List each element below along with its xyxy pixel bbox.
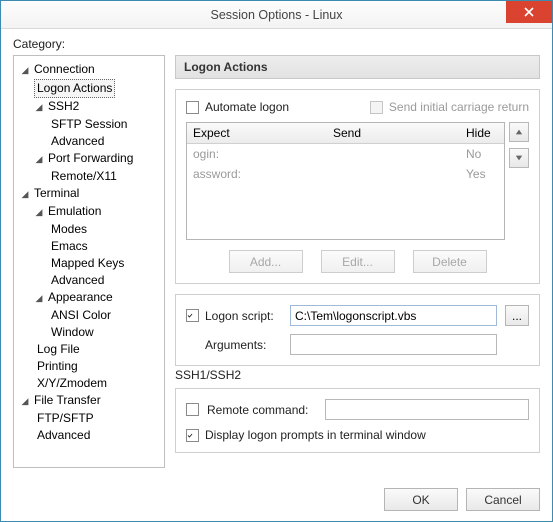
triangle-down-icon — [515, 154, 523, 162]
columns: ◢Connection Logon Actions ◢SSH2 SFTP Ses… — [13, 55, 540, 468]
twisty-icon[interactable]: ◢ — [34, 99, 44, 116]
tree-xyzmodem[interactable]: X/Y/Zmodem — [34, 375, 110, 392]
tree-sftp-session[interactable]: SFTP Session — [48, 116, 130, 133]
twisty-icon[interactable]: ◢ — [34, 290, 44, 307]
ssh-group: Remote command: Display logon prompts in… — [175, 388, 540, 453]
tree-ft-advanced[interactable]: Advanced — [34, 427, 93, 444]
session-options-window: Session Options - Linux Category: ◢Conne… — [0, 0, 553, 522]
ok-button[interactable]: OK — [384, 488, 458, 511]
tree-emu-advanced[interactable]: Advanced — [48, 272, 107, 289]
settings-panel: Logon Actions Automate logon Send initia… — [175, 55, 540, 468]
ssh-group-label: SSH1/SSH2 — [175, 368, 540, 382]
titlebar: Session Options - Linux — [1, 1, 552, 29]
tree-ssh2[interactable]: SSH2 — [45, 98, 82, 115]
col-hide[interactable]: Hide — [460, 123, 504, 143]
browse-button[interactable]: ... — [505, 305, 529, 326]
triangle-up-icon — [515, 128, 523, 136]
category-tree[interactable]: ◢Connection Logon Actions ◢SSH2 SFTP Ses… — [13, 55, 165, 468]
tree-ftp-sftp[interactable]: FTP/SFTP — [34, 410, 97, 427]
tree-ansi-color[interactable]: ANSI Color — [48, 307, 114, 324]
automate-logon-checkbox[interactable] — [186, 101, 199, 114]
twisty-icon[interactable]: ◢ — [20, 62, 30, 79]
display-prompts-label: Display logon prompts in terminal window — [205, 428, 426, 442]
automate-logon-group: Automate logon Send initial carriage ret… — [175, 89, 540, 284]
list-rows: ogin: No assword: Yes — [187, 144, 504, 239]
move-down-button[interactable] — [509, 148, 529, 168]
tree-emacs[interactable]: Emacs — [48, 238, 91, 255]
edit-button: Edit... — [321, 250, 395, 273]
move-up-button[interactable] — [509, 122, 529, 142]
tree-log-file[interactable]: Log File — [34, 341, 83, 358]
remote-command-input[interactable] — [325, 399, 529, 420]
list-row[interactable]: ogin: No — [187, 144, 504, 164]
twisty-icon[interactable]: ◢ — [20, 393, 30, 410]
check-icon — [187, 310, 193, 321]
display-prompts-checkbox[interactable] — [186, 429, 199, 442]
dialog-footer: OK Cancel — [1, 478, 552, 521]
add-button: Add... — [229, 250, 303, 273]
arguments-label: Arguments: — [205, 338, 266, 352]
tree-remote-x11[interactable]: Remote/X11 — [48, 168, 120, 185]
list-row[interactable]: assword: Yes — [187, 164, 504, 184]
tree-window[interactable]: Window — [48, 324, 97, 341]
logon-script-label: Logon script: — [205, 309, 274, 323]
send-initial-label: Send initial carriage return — [389, 100, 529, 114]
tree-ssh2-advanced[interactable]: Advanced — [48, 133, 107, 150]
window-title: Session Options - Linux — [1, 8, 552, 22]
tree-terminal[interactable]: Terminal — [31, 185, 82, 202]
tree-appearance[interactable]: Appearance — [45, 289, 116, 306]
send-initial-checkbox — [370, 101, 383, 114]
logon-script-group: Logon script: ... Arguments: — [175, 294, 540, 366]
remote-command-checkbox[interactable] — [186, 403, 199, 416]
list-header: Expect Send Hide — [187, 123, 504, 144]
close-button[interactable] — [506, 1, 552, 23]
expect-send-list[interactable]: Expect Send Hide ogin: No — [186, 122, 505, 240]
logon-script-checkbox[interactable] — [186, 309, 199, 322]
remote-command-label: Remote command: — [207, 403, 317, 417]
tree-emulation[interactable]: Emulation — [45, 203, 104, 220]
tree-connection[interactable]: Connection — [31, 61, 98, 78]
tree-mapped-keys[interactable]: Mapped Keys — [48, 255, 127, 272]
category-label: Category: — [13, 37, 540, 51]
twisty-icon[interactable]: ◢ — [34, 151, 44, 168]
automate-logon-label: Automate logon — [205, 100, 289, 114]
tree-port-forwarding[interactable]: Port Forwarding — [45, 150, 136, 167]
tree-printing[interactable]: Printing — [34, 358, 81, 375]
dialog-body: Category: ◢Connection Logon Actions ◢SSH… — [1, 29, 552, 478]
col-send[interactable]: Send — [327, 123, 460, 143]
logon-script-input[interactable] — [290, 305, 497, 326]
tree-modes[interactable]: Modes — [48, 221, 90, 238]
delete-button: Delete — [413, 250, 487, 273]
tree-logon-actions[interactable]: Logon Actions — [34, 79, 115, 98]
col-expect[interactable]: Expect — [187, 123, 327, 143]
arguments-input[interactable] — [290, 334, 497, 355]
check-icon — [187, 430, 193, 441]
tree-file-transfer[interactable]: File Transfer — [31, 392, 104, 409]
twisty-icon[interactable]: ◢ — [20, 186, 30, 203]
twisty-icon[interactable]: ◢ — [34, 204, 44, 221]
cancel-button[interactable]: Cancel — [466, 488, 540, 511]
panel-title: Logon Actions — [175, 55, 540, 79]
close-icon — [524, 7, 534, 17]
